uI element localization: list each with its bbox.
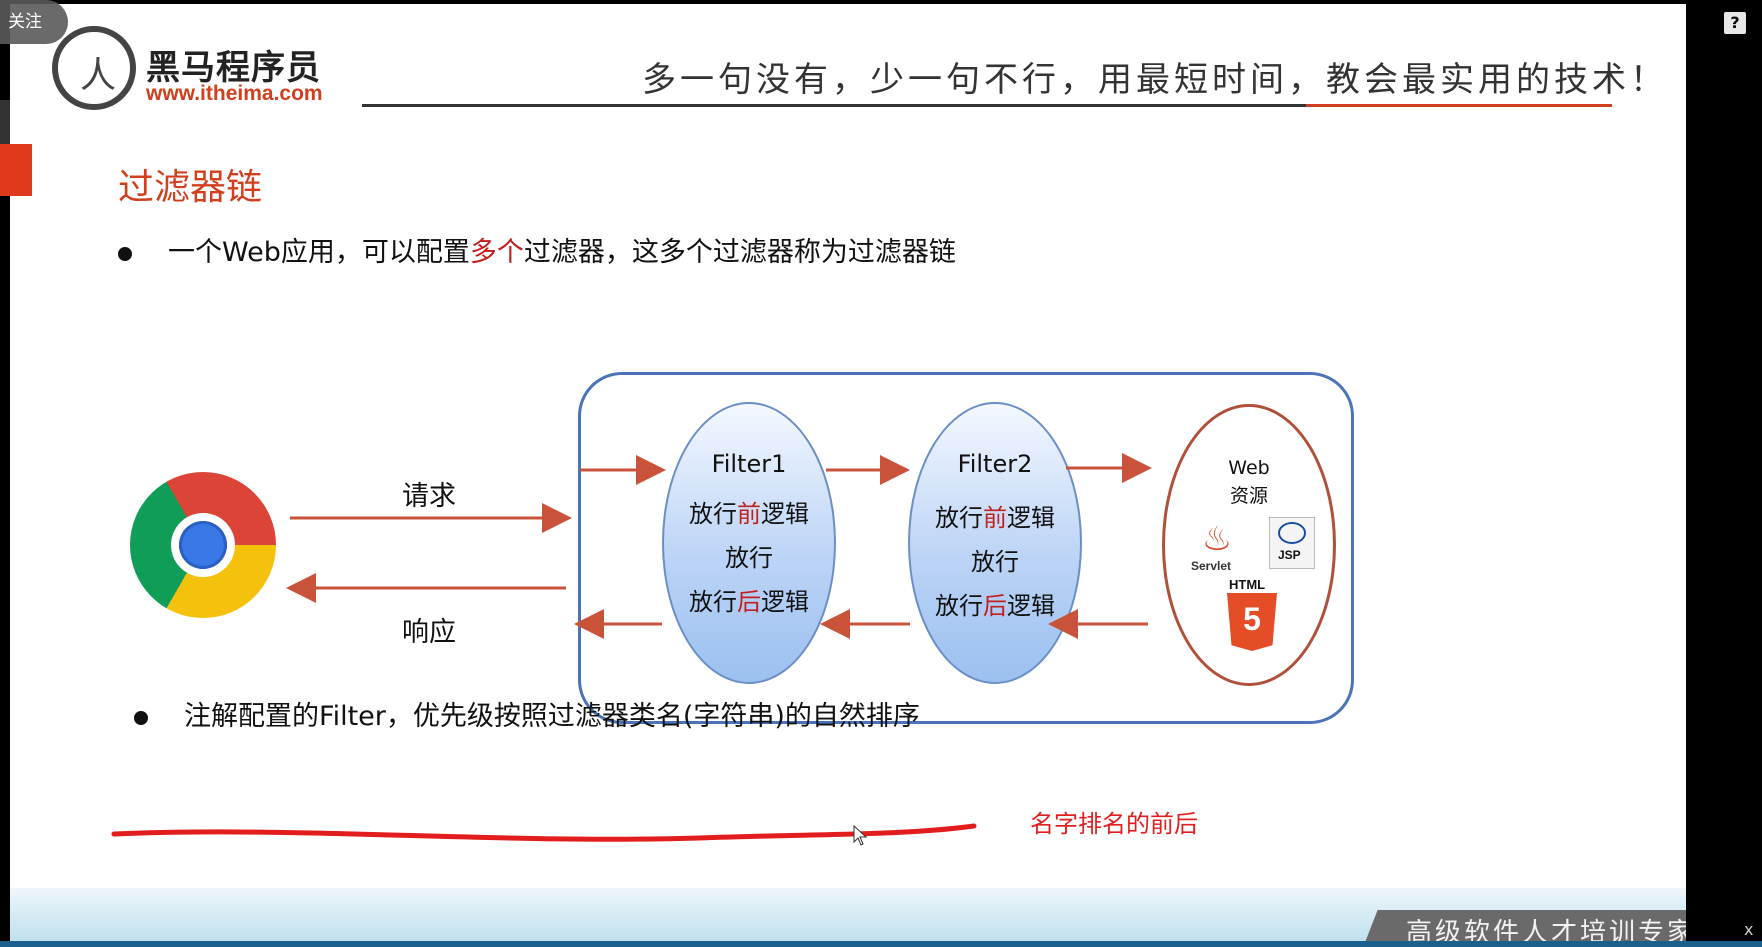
follow-button[interactable]: 关注 [0, 0, 68, 44]
red-underline-stroke [111, 823, 977, 842]
player-bottom-strip [0, 941, 1762, 947]
side-bar-dark [0, 100, 10, 144]
side-bar-red [0, 144, 32, 196]
diagram-arrows [111, 453, 1152, 846]
mouse-cursor-icon [853, 824, 868, 846]
close-icon[interactable]: x [1744, 920, 1753, 939]
question-mark-icon[interactable]: ? [1724, 12, 1746, 34]
